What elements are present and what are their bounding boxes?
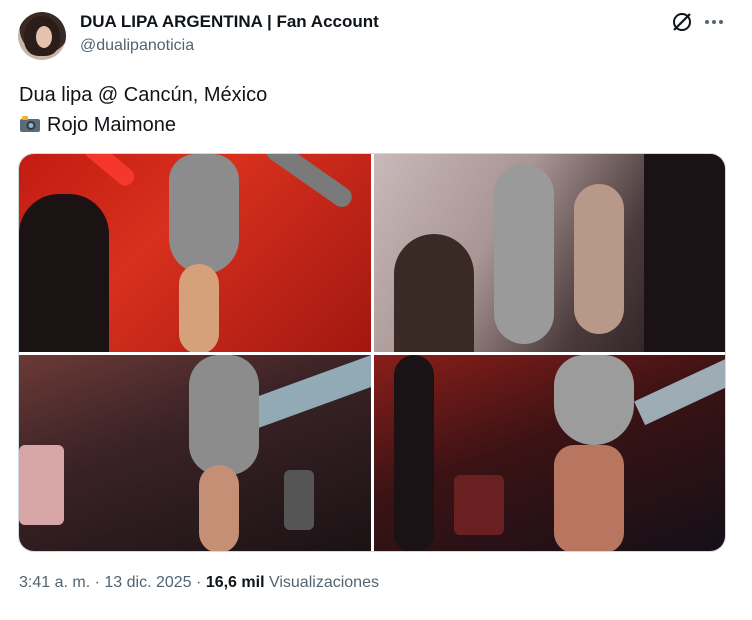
- camera-flash-icon: [20, 116, 40, 132]
- tweet-date[interactable]: 13 dic. 2025: [104, 574, 191, 591]
- views-label: Visualizaciones: [268, 574, 379, 591]
- more-icon[interactable]: [702, 10, 726, 34]
- tweet-text: Dua lipa @ Cancún, México Rojo Maimone: [19, 80, 719, 140]
- tweet-line-2: Rojo Maimone: [19, 110, 719, 140]
- meta-separator-2: ·: [196, 574, 202, 591]
- media-grid: [18, 153, 726, 552]
- tweet-line-2-text: Rojo Maimone: [47, 114, 176, 136]
- views-count: 16,6 mil: [205, 574, 265, 591]
- photo-4[interactable]: [374, 355, 725, 551]
- photo-3[interactable]: [19, 355, 371, 551]
- tweet: DUA LIPA ARGENTINA | Fan Account @dualip…: [0, 0, 752, 620]
- meta-separator: ·: [94, 574, 100, 591]
- author-handle[interactable]: @dualipanoticia: [80, 37, 194, 55]
- avatar[interactable]: [18, 12, 66, 60]
- tweet-time[interactable]: 3:41 a. m.: [19, 574, 90, 591]
- tweet-line-1: Dua lipa @ Cancún, México: [19, 84, 268, 106]
- author-name[interactable]: DUA LIPA ARGENTINA | Fan Account: [80, 12, 379, 32]
- grok-icon[interactable]: [670, 10, 694, 34]
- tweet-meta: 3:41 a. m. · 13 dic. 2025 · 16,6 mil Vis…: [19, 574, 379, 592]
- photo-2[interactable]: [374, 154, 725, 352]
- photo-1[interactable]: [19, 154, 371, 352]
